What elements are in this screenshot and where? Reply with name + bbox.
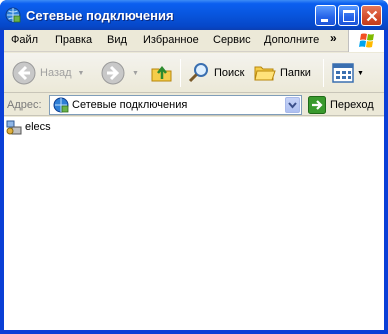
address-dropdown-button[interactable] [285, 97, 300, 113]
menu-file[interactable]: Файл [11, 34, 38, 46]
search-button[interactable]: Поиск [187, 53, 244, 93]
file-view[interactable]: elecs [4, 117, 384, 330]
views-dropdown-icon[interactable]: ▼ [357, 70, 364, 77]
network-connections-icon [5, 7, 21, 23]
client-area: Файл Правка Вид Избранное Сервис Дополни… [4, 30, 384, 330]
search-icon [188, 63, 208, 83]
windows-logo [348, 30, 384, 52]
menu-overflow-chevron[interactable]: » [330, 31, 337, 45]
folders-button[interactable]: Папки [253, 53, 311, 93]
menu-edit[interactable]: Правка [55, 34, 92, 46]
back-dropdown-icon[interactable]: ▼ [78, 70, 85, 77]
back-arrow-icon [12, 61, 36, 85]
title-bar[interactable]: Сетевые подключения [0, 0, 388, 30]
menu-help[interactable]: Дополните [264, 34, 319, 46]
up-folder-icon [151, 65, 172, 82]
maximize-icon [343, 10, 355, 22]
folders-label: Папки [280, 67, 311, 79]
go-label: Переход [330, 99, 374, 111]
list-item[interactable]: elecs [6, 119, 51, 135]
explorer-window: Сетевые подключения Файл Правка Вид Избр… [0, 0, 388, 334]
menu-favorites[interactable]: Избранное [143, 34, 199, 46]
forward-arrow-icon [101, 61, 125, 85]
go-button[interactable]: Переход [308, 95, 374, 115]
back-label: Назад [40, 67, 72, 79]
views-icon [332, 63, 354, 83]
minimize-button[interactable] [315, 5, 336, 26]
folders-icon [254, 66, 276, 81]
search-label: Поиск [214, 67, 245, 79]
window-title: Сетевые подключения [26, 8, 174, 23]
maximize-button[interactable] [338, 5, 359, 26]
standard-toolbar: Назад ▼ ▼ Поиск Папки ▼ [4, 53, 384, 93]
address-bar: Адрес: Сетевые подключения Переход [4, 94, 384, 116]
close-button[interactable] [361, 5, 382, 26]
minimize-icon [321, 19, 328, 22]
go-arrow-icon [308, 96, 326, 114]
menu-view[interactable]: Вид [107, 34, 127, 46]
close-icon [366, 10, 378, 22]
forward-button[interactable]: ▼ [100, 53, 139, 93]
chevron-down-icon [288, 102, 297, 109]
address-value: Сетевые подключения [72, 99, 188, 111]
views-button[interactable]: ▼ [331, 53, 364, 93]
menu-tools[interactable]: Сервис [213, 34, 251, 46]
address-label: Адрес: [7, 99, 42, 111]
forward-dropdown-icon[interactable]: ▼ [132, 70, 139, 77]
back-button[interactable]: Назад ▼ [11, 53, 84, 93]
up-folder-button[interactable] [150, 53, 174, 93]
item-name: elecs [25, 121, 51, 133]
network-connection-icon [6, 120, 22, 135]
address-input[interactable]: Сетевые подключения [49, 95, 302, 115]
network-connections-icon [53, 97, 69, 113]
menu-bar: Файл Правка Вид Избранное Сервис Дополни… [4, 30, 384, 52]
